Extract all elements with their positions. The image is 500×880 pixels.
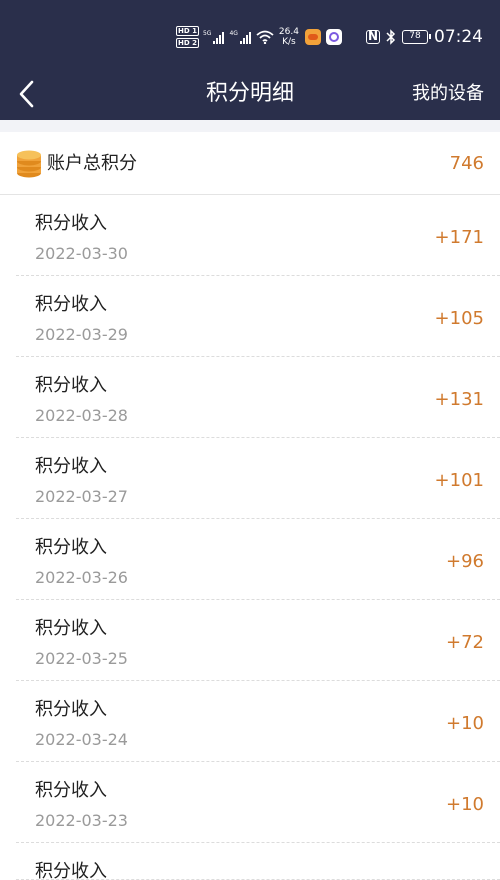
record-points: +10 xyxy=(446,794,484,815)
battery-icon: 78 xyxy=(402,30,431,44)
list-item[interactable]: 积分收入 2022-03-28 +131 xyxy=(0,357,500,438)
total-points-value: 746 xyxy=(449,153,484,174)
points-summary: 账户总积分 746 xyxy=(0,132,500,195)
list-item[interactable]: 积分收入 2022-03-30 +171 xyxy=(0,195,500,276)
app-icon-2 xyxy=(325,29,342,45)
list-item[interactable]: 积分收入 2022-03-24 +10 xyxy=(0,681,500,762)
list-item[interactable]: 积分收入 xyxy=(0,843,500,880)
section-divider xyxy=(0,120,500,132)
record-date: 2022-03-23 xyxy=(35,811,128,830)
record-title: 积分收入 xyxy=(35,294,107,315)
record-title: 积分收入 xyxy=(35,699,107,720)
record-points: +10 xyxy=(446,713,484,734)
hd-icon: HD 1 HD 2 xyxy=(176,26,199,48)
status-bar: HD 1 HD 2 5G 4G 26.4 K/s N 78 07:24 xyxy=(0,0,500,70)
record-title: 积分收入 xyxy=(35,375,107,396)
record-points: +72 xyxy=(446,632,484,653)
wifi-icon xyxy=(256,30,274,44)
record-date: 2022-03-29 xyxy=(35,325,128,344)
record-title: 积分收入 xyxy=(35,861,107,880)
record-points: +105 xyxy=(434,308,484,329)
record-date: 2022-03-24 xyxy=(35,730,128,749)
record-points: +96 xyxy=(446,551,484,572)
list-item[interactable]: 积分收入 2022-03-27 +101 xyxy=(0,438,500,519)
status-icons: HD 1 HD 2 5G 4G 26.4 K/s xyxy=(176,22,347,52)
signal-icon-2: 4G xyxy=(229,30,251,44)
record-title: 积分收入 xyxy=(35,780,107,801)
my-devices-link[interactable]: 我的设备 xyxy=(412,81,484,107)
record-title: 积分收入 xyxy=(35,213,107,234)
network-speed: 26.4 K/s xyxy=(278,27,299,47)
record-title: 积分收入 xyxy=(35,537,107,558)
record-title: 积分收入 xyxy=(35,618,107,639)
list-item[interactable]: 积分收入 2022-03-23 +10 xyxy=(0,762,500,843)
record-points: +171 xyxy=(434,227,484,248)
nav-bar: 积分明细 我的设备 xyxy=(0,70,500,120)
status-right: N 78 07:24 xyxy=(366,22,483,52)
record-date: 2022-03-26 xyxy=(35,568,128,587)
list-item[interactable]: 积分收入 2022-03-26 +96 xyxy=(0,519,500,600)
record-date: 2022-03-27 xyxy=(35,487,128,506)
clock: 07:24 xyxy=(434,27,483,47)
record-date: 2022-03-30 xyxy=(35,244,128,263)
record-date: 2022-03-25 xyxy=(35,649,128,668)
signal-icon: 5G xyxy=(203,30,225,44)
record-title: 积分收入 xyxy=(35,456,107,477)
app-icon xyxy=(304,29,321,45)
total-points-label: 账户总积分 xyxy=(47,153,137,174)
record-date: 2022-03-28 xyxy=(35,406,128,425)
nfc-icon: N xyxy=(366,29,380,44)
record-points: +101 xyxy=(434,470,484,491)
record-points: +131 xyxy=(434,389,484,410)
list-item[interactable]: 积分收入 2022-03-29 +105 xyxy=(0,276,500,357)
bluetooth-icon xyxy=(386,29,396,45)
coin-stack-icon xyxy=(17,150,41,178)
list-item[interactable]: 积分收入 2022-03-25 +72 xyxy=(0,600,500,681)
